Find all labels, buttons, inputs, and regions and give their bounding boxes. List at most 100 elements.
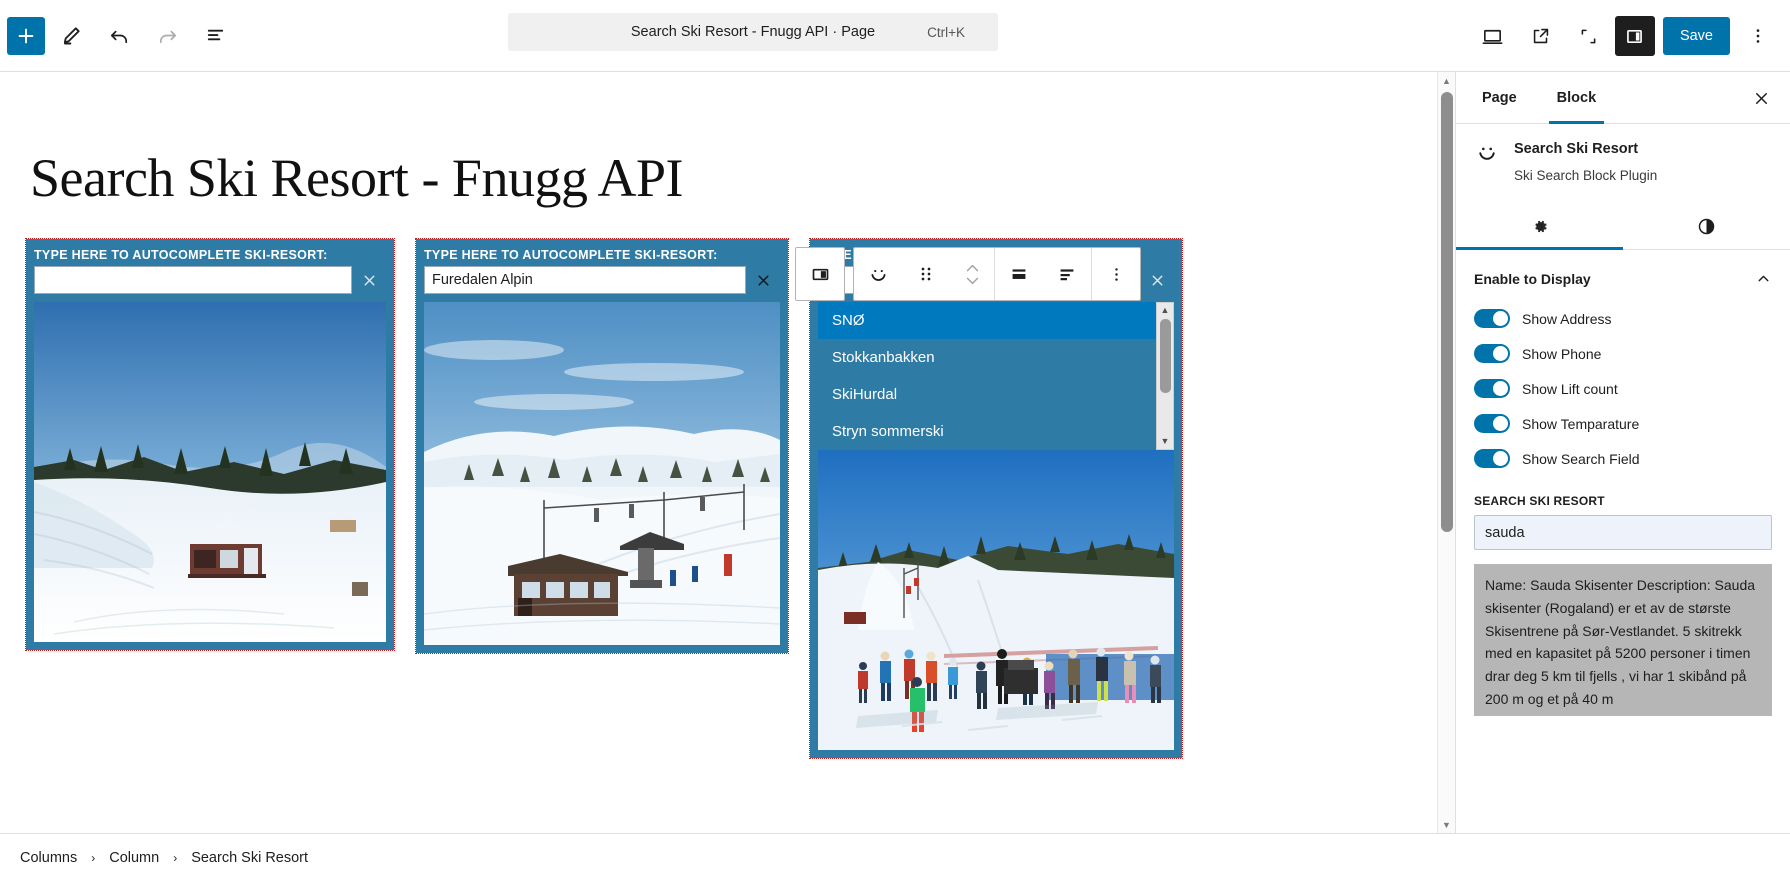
toggle-switch[interactable] — [1474, 414, 1510, 434]
columns-icon[interactable] — [796, 248, 844, 300]
column-block-1[interactable]: TYPE HERE TO AUTOCOMPLETE SKI-RESORT: — [25, 238, 395, 758]
search-ski-resort-widget-2[interactable]: TYPE HERE TO AUTOCOMPLETE SKI-RESORT: — [415, 238, 789, 654]
save-button[interactable]: Save — [1662, 17, 1730, 55]
toggle-switch[interactable] — [1474, 379, 1510, 399]
autocomplete-option[interactable]: Stryn sommerski — [818, 413, 1174, 450]
ski-resort-search-input-1[interactable] — [34, 266, 352, 294]
autocomplete-option[interactable]: SNØ — [818, 302, 1174, 339]
editor-body: Search Ski Resort - Fnugg API TYPE HERE … — [0, 72, 1790, 833]
parent-block-group — [795, 247, 845, 301]
breadcrumb-item-columns[interactable]: Columns — [16, 850, 81, 866]
text-align-icon[interactable] — [1043, 248, 1091, 300]
toggle-show-lift-count[interactable]: Show Lift count — [1474, 371, 1772, 406]
scroll-down-icon[interactable]: ▼ — [1161, 434, 1170, 449]
breadcrumb-separator: › — [91, 850, 96, 865]
vertical-align-icon[interactable] — [995, 248, 1043, 300]
block-name: Search Ski Resort — [1514, 141, 1639, 157]
canvas-scroll-thumb[interactable] — [1441, 92, 1453, 532]
settings-sidebar-toggle[interactable] — [1614, 16, 1655, 56]
toggle-label: Show Phone — [1522, 345, 1602, 362]
autocomplete-option[interactable]: Stokkanbakken — [818, 339, 1174, 376]
search-row-1 — [26, 266, 394, 302]
column-block-3[interactable]: TYPE HERE TO AUTOCOMPLETE SKI-RESORT: SN… — [809, 238, 1183, 759]
desktop-preview-icon[interactable] — [1471, 14, 1515, 58]
canvas-vertical-scrollbar[interactable]: ▲ ▼ — [1437, 72, 1455, 833]
panel-title: Enable to Display — [1474, 270, 1591, 287]
redo-button[interactable] — [145, 14, 189, 58]
toggle-label: Show Lift count — [1522, 380, 1618, 397]
clear-search-icon-3[interactable] — [1140, 266, 1174, 294]
search-ski-resort-field-wrap — [1456, 515, 1790, 551]
search-result-box: Name: Sauda Skisenter Description: Sauda… — [1474, 564, 1772, 717]
scroll-up-icon[interactable]: ▲ — [1438, 72, 1455, 89]
breadcrumb-separator: › — [173, 850, 178, 865]
block-editor-app: Search Ski Resort - Fnugg API · Page Ctr… — [0, 0, 1790, 881]
tools-pencil-icon[interactable] — [49, 14, 93, 58]
breadcrumb-item-search-ski-resort[interactable]: Search Ski Resort — [187, 850, 312, 866]
search-ski-resort-widget-1[interactable]: TYPE HERE TO AUTOCOMPLETE SKI-RESORT: — [25, 238, 395, 651]
page-title[interactable]: Search Ski Resort - Fnugg API — [0, 72, 1437, 209]
toggle-show-address[interactable]: Show Address — [1474, 301, 1772, 336]
editor-canvas-wrapper: Search Ski Resort - Fnugg API TYPE HERE … — [0, 72, 1455, 833]
list-view-button[interactable] — [193, 14, 237, 58]
toggle-label: Show Temparature — [1522, 415, 1640, 432]
undo-button[interactable] — [97, 14, 141, 58]
block-options-kebab-icon[interactable] — [1092, 248, 1140, 300]
resort-image-frame-2 — [416, 302, 788, 653]
command-bar-title: Search Ski Resort - Fnugg API · Page — [630, 24, 876, 40]
resort-image-2 — [424, 302, 780, 645]
toggle-show-phone[interactable]: Show Phone — [1474, 336, 1772, 371]
autocomplete-option-list[interactable]: SNØ Stokkanbakken SkiHurdal Stryn sommer… — [818, 302, 1174, 450]
scroll-up-icon[interactable]: ▲ — [1161, 303, 1170, 318]
clear-search-icon-1[interactable] — [352, 266, 386, 294]
clear-search-icon-2[interactable] — [746, 266, 780, 294]
block-info-text: Search Ski Resort Ski Search Block Plugi… — [1514, 140, 1657, 185]
block-actions-group — [853, 247, 1141, 301]
block-breadcrumb: Columns › Column › Search Ski Resort — [0, 833, 1790, 881]
block-description: Ski Search Block Plugin — [1514, 168, 1658, 183]
command-bar-shortcut: Ctrl+K — [927, 24, 965, 40]
widget-label-1: TYPE HERE TO AUTOCOMPLETE SKI-RESORT: — [34, 248, 328, 262]
sidebar-tab-bar: Page Block — [1456, 72, 1790, 124]
toggle-switch[interactable] — [1474, 449, 1510, 469]
smiley-icon[interactable] — [854, 248, 902, 300]
toggle-switch[interactable] — [1474, 309, 1510, 329]
close-sidebar-icon[interactable] — [1746, 83, 1776, 113]
command-bar[interactable]: Search Ski Resort - Fnugg API · Page Ctr… — [508, 13, 998, 51]
toggle-label: Show Search Field — [1522, 450, 1640, 467]
column-block-2[interactable]: TYPE HERE TO AUTOCOMPLETE SKI-RESORT: — [415, 238, 789, 758]
widget-label-2: TYPE HERE TO AUTOCOMPLETE SKI-RESORT: — [424, 248, 718, 262]
dropdown-scrollbar[interactable]: ▲ ▼ — [1156, 302, 1174, 450]
add-block-button[interactable] — [7, 16, 45, 55]
toggle-show-search-field[interactable]: Show Search Field — [1474, 441, 1772, 476]
tab-page[interactable]: Page — [1474, 72, 1525, 124]
more-options-kebab-icon[interactable] — [1736, 14, 1780, 58]
fullscreen-icon[interactable] — [1567, 14, 1611, 58]
block-info: Search Ski Resort Ski Search Block Plugi… — [1456, 124, 1790, 185]
editor-canvas[interactable]: Search Ski Resort - Fnugg API TYPE HERE … — [0, 72, 1437, 833]
move-up-down-icon[interactable] — [950, 248, 994, 300]
tab-block[interactable]: Block — [1548, 72, 1605, 124]
enable-to-display-panel-header[interactable]: Enable to Display — [1456, 250, 1790, 301]
chevron-up-icon[interactable] — [1755, 270, 1772, 287]
dropdown-scroll-thumb[interactable] — [1160, 319, 1171, 393]
columns-block[interactable]: TYPE HERE TO AUTOCOMPLETE SKI-RESORT: TY… — [0, 209, 1437, 759]
toggle-show-temperature[interactable]: Show Temparature — [1474, 406, 1772, 441]
breadcrumb-item-column[interactable]: Column — [105, 850, 163, 866]
drag-handle-icon[interactable] — [902, 248, 950, 300]
search-row-2 — [416, 266, 788, 302]
subtab-styles-contrast-icon[interactable] — [1623, 203, 1790, 249]
autocomplete-dropdown[interactable]: SNØ Stokkanbakken SkiHurdal Stryn sommer… — [810, 302, 1182, 450]
search-ski-resort-input[interactable] — [1474, 515, 1772, 551]
resort-image-frame-1 — [26, 302, 394, 650]
block-toolbar — [795, 247, 1141, 301]
autocomplete-option[interactable]: SkiHurdal — [818, 376, 1174, 413]
toggle-switch[interactable] — [1474, 344, 1510, 364]
settings-sidebar: Page Block Search Ski Resort Ski Search … — [1455, 72, 1790, 833]
scroll-down-icon[interactable]: ▼ — [1438, 816, 1455, 833]
search-ski-resort-label: SEARCH SKI RESORT — [1474, 494, 1605, 509]
ski-resort-search-input-2[interactable] — [424, 266, 746, 294]
subtab-settings-gear-icon[interactable] — [1456, 203, 1623, 251]
view-external-icon[interactable] — [1519, 14, 1563, 58]
search-ski-resort-widget-3[interactable]: TYPE HERE TO AUTOCOMPLETE SKI-RESORT: SN… — [809, 238, 1183, 759]
